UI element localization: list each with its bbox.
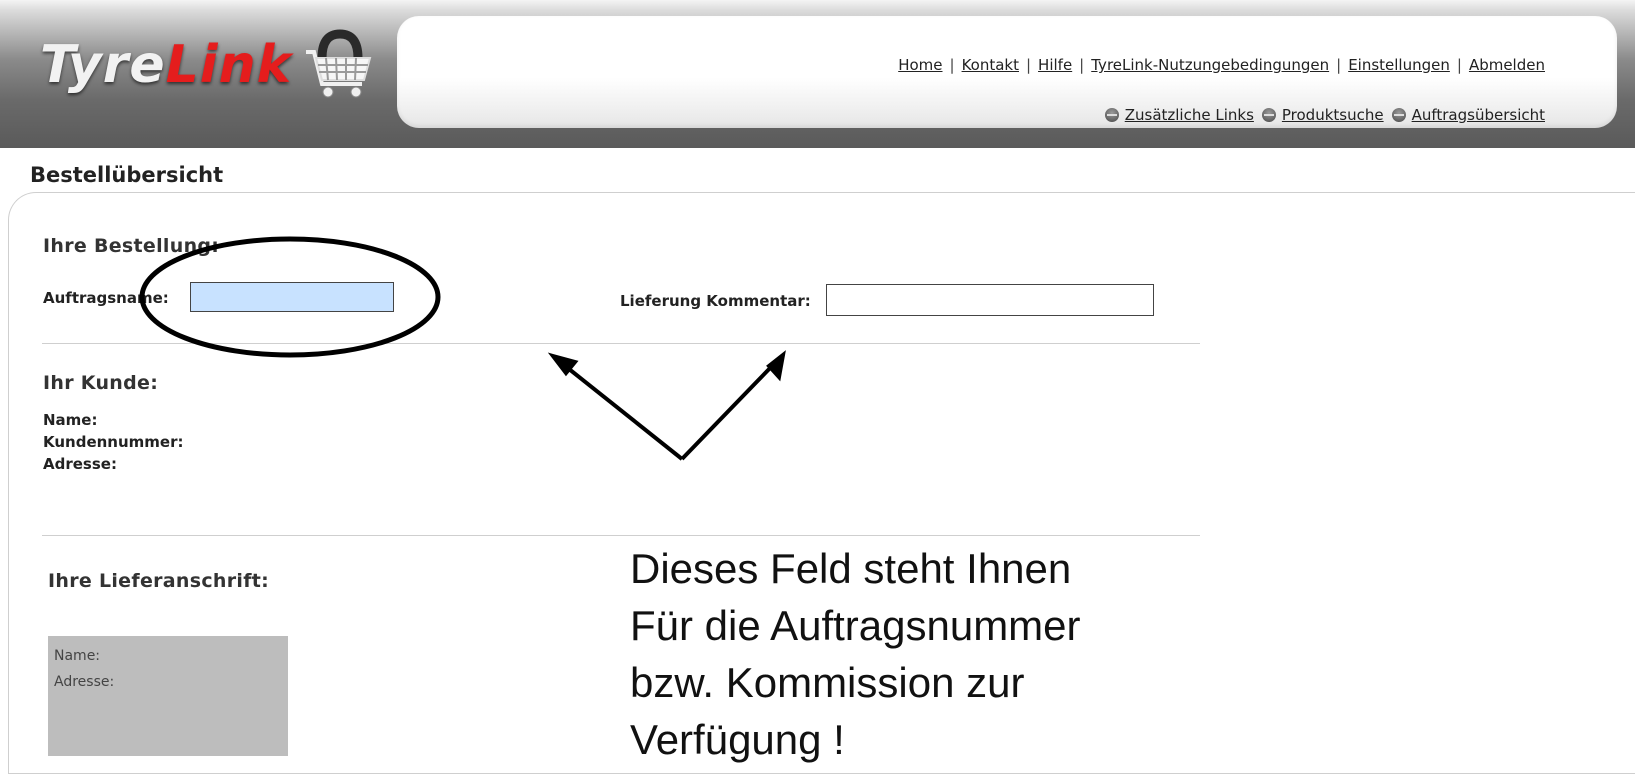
sub-navigation: Zusätzliche Links Produktsuche Auftragsü… xyxy=(1097,106,1545,124)
shopping-cart-icon xyxy=(306,29,372,98)
customer-name-label: Name: xyxy=(43,411,98,429)
page-title: Bestellübersicht xyxy=(30,163,224,187)
sublink-label[interactable]: Auftragsübersicht xyxy=(1412,106,1545,124)
sublink-auftragsuebersicht[interactable]: Auftragsübersicht xyxy=(1391,106,1545,124)
bullet-icon xyxy=(1104,108,1119,122)
nav-link-hilfe[interactable]: Hilfe xyxy=(1038,56,1072,74)
top-navigation: Home | Kontakt | Hilfe | TyreLink-Nutzungebedi… xyxy=(898,56,1545,74)
nav-link-abmelden[interactable]: Abmelden xyxy=(1469,56,1545,74)
nav-separator: | xyxy=(1336,56,1342,74)
sublink-produktsuche[interactable]: Produktsuche xyxy=(1261,106,1384,124)
delivery-address-label: Adresse: xyxy=(54,674,115,690)
delivery-name-label: Name: xyxy=(54,648,101,664)
header-links-panel: Home | Kontakt | Hilfe | TyreLink-Nutzungebedi… xyxy=(397,16,1617,128)
header-bar: TyreLink Home | Kontakt | Hilfe | TyreLink-Nut… xyxy=(0,0,1635,148)
section-divider xyxy=(42,535,1200,536)
annotation-line: Verfügung ! xyxy=(630,716,845,763)
nav-link-nutzungsbedingungen[interactable]: TyreLink-Nutzungebedingungen xyxy=(1091,56,1329,74)
lieferung-kommentar-label: Lieferung Kommentar: xyxy=(620,292,811,310)
sublink-label[interactable]: Produktsuche xyxy=(1282,106,1384,124)
auftragsname-input[interactable] xyxy=(190,282,394,312)
annotation-line: Für die Auftragsnummer xyxy=(630,602,1081,649)
bullet-icon xyxy=(1391,108,1406,122)
logo-text-tyre: Tyre xyxy=(40,35,166,95)
nav-separator: | xyxy=(949,56,955,74)
bullet-icon xyxy=(1261,108,1276,122)
tyrelink-logo[interactable]: TyreLink xyxy=(40,29,376,100)
lieferung-kommentar-input[interactable] xyxy=(826,284,1154,316)
section-divider xyxy=(42,343,1200,344)
customer-number-label: Kundennummer: xyxy=(43,433,184,451)
auftragsname-label: Auftragsname: xyxy=(43,289,169,307)
nav-link-einstellungen[interactable]: Einstellungen xyxy=(1348,56,1450,74)
annotation-text: Dieses Feld steht Ihnen Für die Auftrags… xyxy=(630,540,1081,768)
delivery-address-box: Name: Adresse: xyxy=(48,636,288,756)
order-section-title: Ihre Bestellung: xyxy=(43,235,220,257)
annotation-line: bzw. Kommission zur xyxy=(630,659,1025,706)
customer-section-title: Ihr Kunde: xyxy=(43,372,159,394)
logo-text-link: Link xyxy=(165,35,293,95)
nav-separator: | xyxy=(1456,56,1462,74)
annotation-line: Dieses Feld steht Ihnen xyxy=(630,545,1072,592)
nav-link-home[interactable]: Home xyxy=(898,56,942,74)
customer-address-label: Adresse: xyxy=(43,455,117,473)
nav-separator: | xyxy=(1079,56,1085,74)
sublink-zusaetzliche-links[interactable]: Zusätzliche Links xyxy=(1104,106,1254,124)
delivery-section-title: Ihre Lieferanschrift: xyxy=(48,570,270,592)
nav-separator: | xyxy=(1025,56,1032,74)
sublink-label[interactable]: Zusätzliche Links xyxy=(1125,106,1254,124)
nav-link-kontakt[interactable]: Kontakt xyxy=(962,56,1019,74)
